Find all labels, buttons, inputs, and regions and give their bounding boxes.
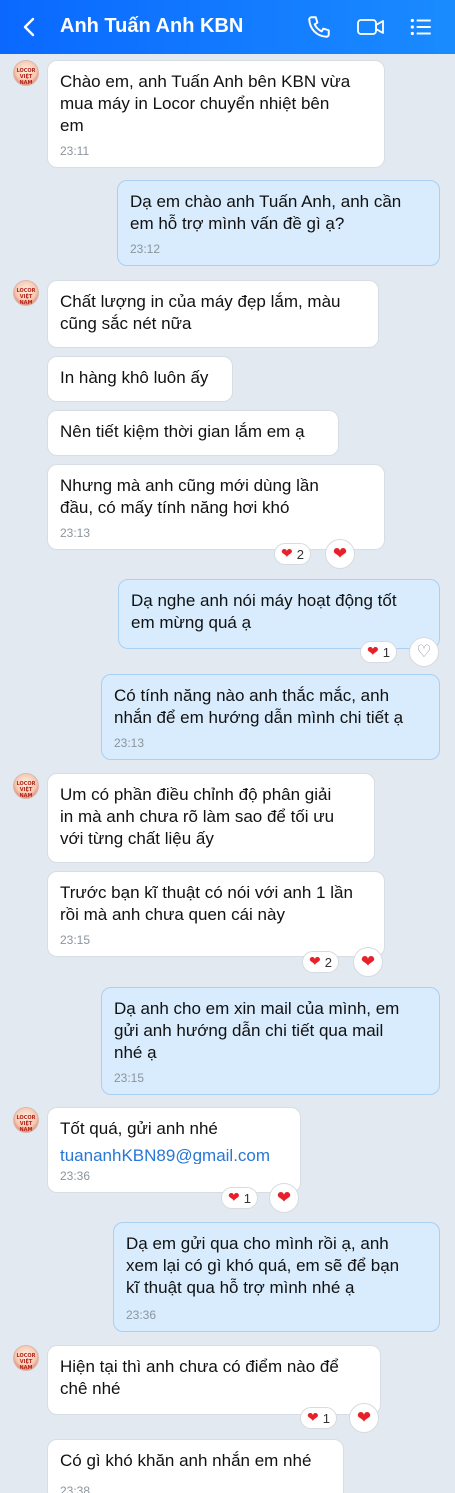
reaction-count-badge[interactable]: ❤ 1 xyxy=(360,641,397,663)
message-time: 23:36 xyxy=(60,1169,91,1183)
message-text: Dạ em chào anh Tuấn Anh, anh cần em hỗ t… xyxy=(130,192,402,233)
message-time: 23:15 xyxy=(114,1071,145,1085)
message-text: Có tính năng nào anh thắc mắc, anh nhắn … xyxy=(114,686,404,727)
heart-icon: ❤ xyxy=(307,1410,319,1426)
message-text: Dạ em gửi qua cho mình rồi ạ, anh xem lạ… xyxy=(126,1234,400,1297)
incoming-message[interactable]: Nên tiết kiệm thời gian lắm em ạ xyxy=(47,410,339,456)
incoming-message[interactable]: Có gì khó khăn anh nhắn em nhé 23:38 xyxy=(47,1439,344,1493)
message-text: Chất lượng in của máy đẹp lắm, màu cũng … xyxy=(60,292,341,333)
heart-icon: ❤ xyxy=(276,1188,292,1208)
message-text: Dạ anh cho em xin mail của mình, em gửi … xyxy=(114,999,400,1062)
reaction-count-badge[interactable]: ❤ 2 xyxy=(302,951,339,973)
reaction-count-badge[interactable]: ❤ 2 xyxy=(274,543,311,565)
reaction-count-badge[interactable]: ❤ 1 xyxy=(221,1187,258,1209)
incoming-message[interactable]: Chào em, anh Tuấn Anh bên KBN vừa mua má… xyxy=(47,60,385,168)
message-text: Dạ nghe anh nói máy hoạt động tốt em mừn… xyxy=(131,591,397,632)
back-chevron-icon[interactable] xyxy=(18,15,42,39)
contact-avatar[interactable]: LOCOR VIỆT NAM xyxy=(13,1107,39,1133)
message-text: Trước bạn kĩ thuật có nói với anh 1 lần … xyxy=(60,883,353,924)
heart-icon: ❤ xyxy=(356,1408,372,1428)
incoming-message[interactable]: In hàng khô luôn ấy xyxy=(47,356,233,402)
incoming-message[interactable]: Chất lượng in của máy đẹp lắm, màu cũng … xyxy=(47,280,379,348)
heart-icon: ❤ xyxy=(367,644,379,660)
contact-avatar[interactable]: LOCOR VIỆT NAM xyxy=(13,773,39,799)
message-text: Um có phần điều chỉnh độ phân giải in mà… xyxy=(60,785,335,848)
outgoing-message[interactable]: Dạ em chào anh Tuấn Anh, anh cần em hỗ t… xyxy=(117,180,440,266)
menu-list-icon[interactable] xyxy=(408,14,434,40)
outgoing-message[interactable]: Dạ nghe anh nói máy hoạt động tốt em mừn… xyxy=(118,579,440,649)
contact-name[interactable]: Anh Tuấn Anh KBN xyxy=(60,15,243,38)
incoming-message[interactable]: Tốt quá, gửi anh nhé tuananhKBN89@gmail.… xyxy=(47,1107,301,1193)
heart-outline-reaction-button[interactable]: ♡ xyxy=(409,637,439,667)
message-time: 23:13 xyxy=(60,526,91,540)
reaction-count: 1 xyxy=(382,644,390,660)
reaction-count: 1 xyxy=(243,1190,251,1206)
outgoing-message[interactable]: Có tính năng nào anh thắc mắc, anh nhắn … xyxy=(101,674,440,760)
incoming-message[interactable]: Hiện tại thì anh chưa có điểm nào để chê… xyxy=(47,1345,381,1415)
heart-reaction-button[interactable]: ❤ xyxy=(325,539,355,569)
message-time: 23:13 xyxy=(114,736,145,750)
reaction-count-badge[interactable]: ❤ 1 xyxy=(300,1407,337,1429)
email-link[interactable]: tuananhKBN89@gmail.com xyxy=(60,1142,270,1164)
heart-icon: ❤ xyxy=(228,1190,240,1206)
message-time: 23:12 xyxy=(130,242,161,256)
message-text: In hàng khô luôn ấy xyxy=(60,368,209,387)
contact-avatar[interactable]: LOCOR VIỆT NAM xyxy=(13,1345,39,1371)
message-text: Tốt quá, gửi anh nhé xyxy=(60,1119,218,1138)
phone-icon[interactable] xyxy=(306,14,332,40)
outgoing-message[interactable]: Dạ anh cho em xin mail của mình, em gửi … xyxy=(101,987,440,1095)
incoming-message[interactable]: Nhưng mà anh cũng mới dùng lần đầu, có m… xyxy=(47,464,385,550)
incoming-message[interactable]: Um có phần điều chỉnh độ phân giải in mà… xyxy=(47,773,375,863)
heart-icon: ❤ xyxy=(332,544,348,564)
heart-icon: ❤ xyxy=(309,954,321,970)
message-time: 23:38 xyxy=(60,1484,91,1493)
reaction-count: 1 xyxy=(322,1410,330,1426)
heart-reaction-button[interactable]: ❤ xyxy=(353,947,383,977)
reaction-count: 2 xyxy=(324,954,332,970)
heart-reaction-button[interactable]: ❤ xyxy=(349,1403,379,1433)
message-time: 23:15 xyxy=(60,933,91,947)
outgoing-message[interactable]: Dạ em gửi qua cho mình rồi ạ, anh xem lạ… xyxy=(113,1222,440,1332)
heart-outline-icon: ♡ xyxy=(416,642,432,662)
message-text: Nhưng mà anh cũng mới dùng lần đầu, có m… xyxy=(60,476,319,517)
message-time: 23:11 xyxy=(60,144,90,158)
chat-header: Anh Tuấn Anh KBN xyxy=(0,0,455,54)
video-call-icon[interactable] xyxy=(356,14,386,40)
heart-reaction-button[interactable]: ❤ xyxy=(269,1183,299,1213)
heart-icon: ❤ xyxy=(360,952,376,972)
contact-avatar[interactable]: LOCOR VIỆT NAM xyxy=(13,60,39,86)
incoming-message[interactable]: Trước bạn kĩ thuật có nói với anh 1 lần … xyxy=(47,871,385,957)
heart-icon: ❤ xyxy=(281,546,293,562)
message-time: 23:36 xyxy=(126,1308,157,1322)
message-text: Chào em, anh Tuấn Anh bên KBN vừa mua má… xyxy=(60,72,351,135)
message-text: Hiện tại thì anh chưa có điểm nào để chê… xyxy=(60,1357,339,1398)
reaction-count: 2 xyxy=(296,546,304,562)
contact-avatar[interactable]: LOCOR VIỆT NAM xyxy=(13,280,39,306)
message-text: Có gì khó khăn anh nhắn em nhé xyxy=(60,1451,312,1470)
message-text: Nên tiết kiệm thời gian lắm em ạ xyxy=(60,422,305,441)
